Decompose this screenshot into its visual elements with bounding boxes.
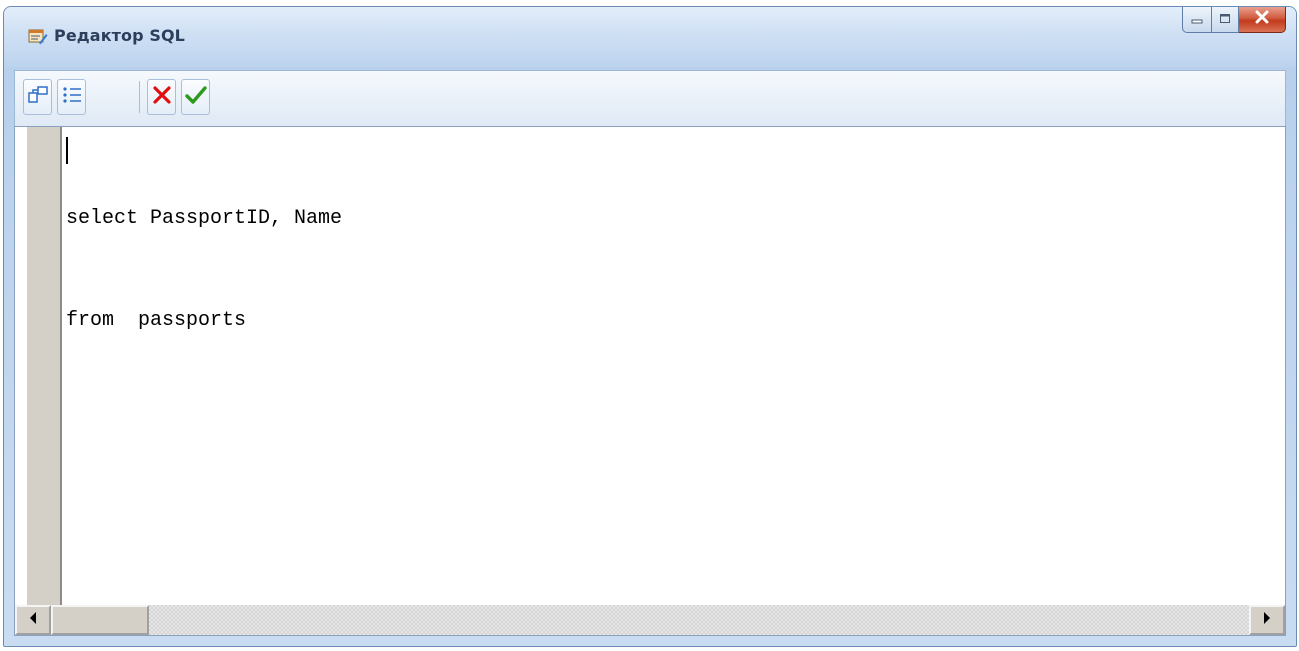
- list-icon: [61, 85, 83, 110]
- sql-code[interactable]: select PassportID, Name from passports: [66, 134, 342, 406]
- cancel-button[interactable]: [147, 79, 176, 115]
- window-title: Редактор SQL: [54, 26, 185, 45]
- green-check-icon: [184, 84, 208, 111]
- arrow-right-icon: [1263, 611, 1271, 629]
- list-view-button[interactable]: [57, 79, 86, 115]
- minimize-button[interactable]: [1182, 7, 1211, 33]
- toolbar: [14, 70, 1286, 126]
- scroll-left-button[interactable]: [15, 605, 51, 635]
- line-gutter: [27, 127, 62, 605]
- sql-editor[interactable]: select PassportID, Name from passports: [14, 126, 1286, 636]
- minimize-icon: [1191, 11, 1203, 29]
- title-bar[interactable]: Редактор SQL: [4, 7, 1296, 67]
- text-caret: [66, 137, 68, 164]
- maximize-button[interactable]: [1211, 7, 1239, 33]
- scroll-right-button[interactable]: [1249, 605, 1285, 635]
- arrow-left-icon: [29, 611, 37, 629]
- sql-editor-window: Редактор SQL select PassportID, Name fro…: [3, 6, 1297, 647]
- red-x-icon: [151, 84, 173, 111]
- close-button[interactable]: [1239, 7, 1286, 33]
- query-builder-button[interactable]: [23, 79, 52, 115]
- toolbar-separator: [139, 81, 140, 113]
- apply-button[interactable]: [181, 79, 210, 115]
- code-line: from passports: [66, 309, 247, 332]
- scrollbar-thumb[interactable]: [51, 605, 149, 635]
- query-builder-icon: [27, 85, 49, 110]
- horizontal-scrollbar[interactable]: [15, 605, 1285, 635]
- sql-editor-app-icon: [28, 28, 48, 46]
- close-icon: [1254, 10, 1270, 29]
- code-line: select PassportID, Name: [66, 207, 343, 230]
- maximize-icon: [1219, 11, 1231, 29]
